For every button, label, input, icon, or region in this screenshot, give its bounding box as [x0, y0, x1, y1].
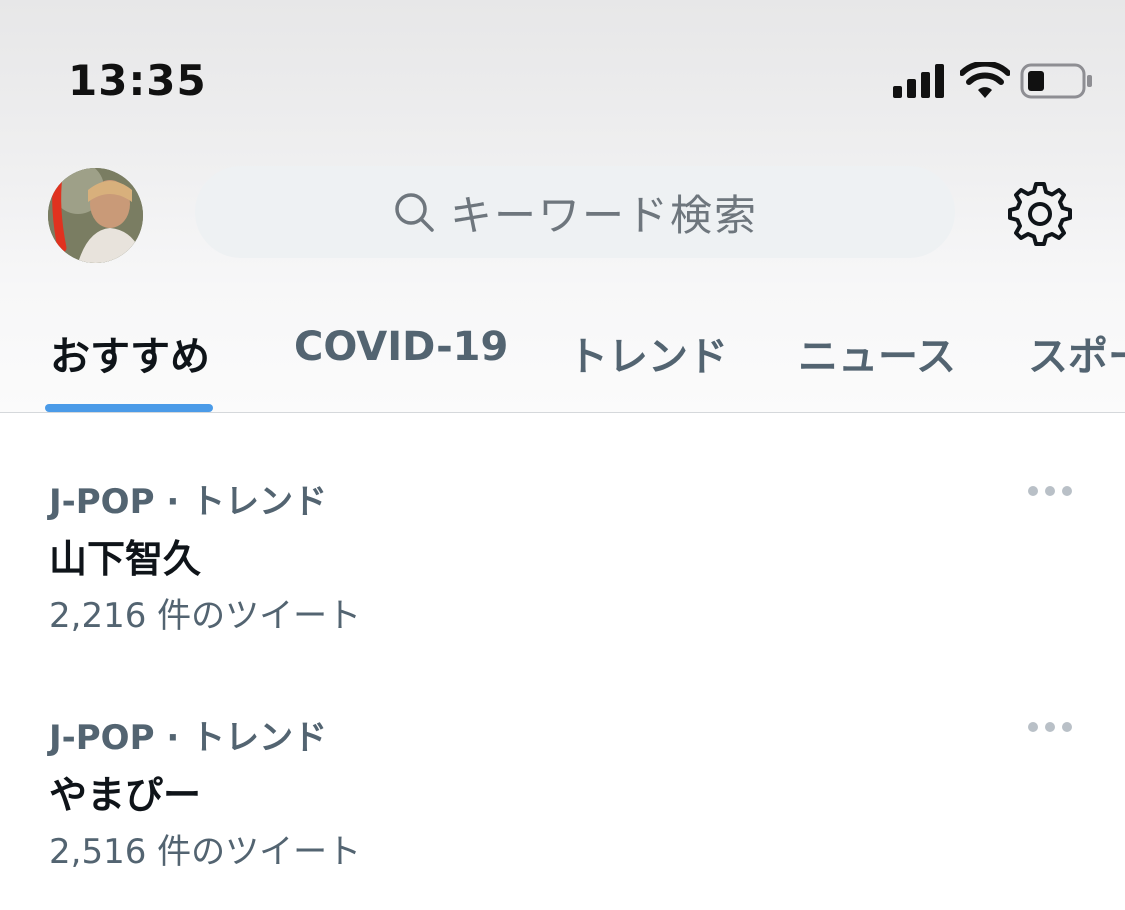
- gear-icon[interactable]: [1006, 180, 1074, 248]
- trend-item[interactable]: J-POP · トレンド やまぴー 2,516 件のツイート: [0, 710, 1125, 910]
- tab-covid-19[interactable]: COVID-19: [294, 324, 508, 370]
- battery-icon: [1020, 63, 1092, 99]
- search-field[interactable]: キーワード検索: [195, 166, 955, 258]
- tab-news[interactable]: ニュース: [798, 324, 956, 382]
- trend-title: 山下智久: [49, 537, 202, 581]
- trend-tweet-count: 2,516 件のツイート: [49, 832, 362, 872]
- trend-title: やまぴー: [49, 773, 202, 817]
- tab-recommended[interactable]: おすすめ: [50, 324, 210, 382]
- trend-category: J-POP · トレンド: [49, 718, 328, 758]
- tab-bar: おすすめ COVID-19 トレンド ニュース スポー: [0, 310, 1125, 412]
- search-icon: [395, 193, 434, 232]
- trend-tweet-count: 2,216 件のツイート: [49, 596, 362, 636]
- active-tab-indicator: [45, 404, 213, 412]
- wifi-icon: [960, 62, 1010, 98]
- search-placeholder: キーワード検索: [449, 190, 758, 240]
- tab-sports[interactable]: スポー: [1028, 324, 1125, 382]
- trend-category: J-POP · トレンド: [49, 482, 328, 522]
- divider: [0, 412, 1125, 413]
- trend-item[interactable]: J-POP · トレンド 山下智久 2,216 件のツイート: [0, 474, 1125, 674]
- more-options-icon[interactable]: [1028, 722, 1072, 734]
- tab-trends[interactable]: トレンド: [568, 324, 728, 382]
- more-options-icon[interactable]: [1028, 486, 1072, 498]
- status-time: 13:35: [68, 56, 207, 105]
- cellular-signal-icon: [893, 64, 944, 98]
- avatar-image: [48, 168, 143, 263]
- avatar[interactable]: [48, 168, 143, 263]
